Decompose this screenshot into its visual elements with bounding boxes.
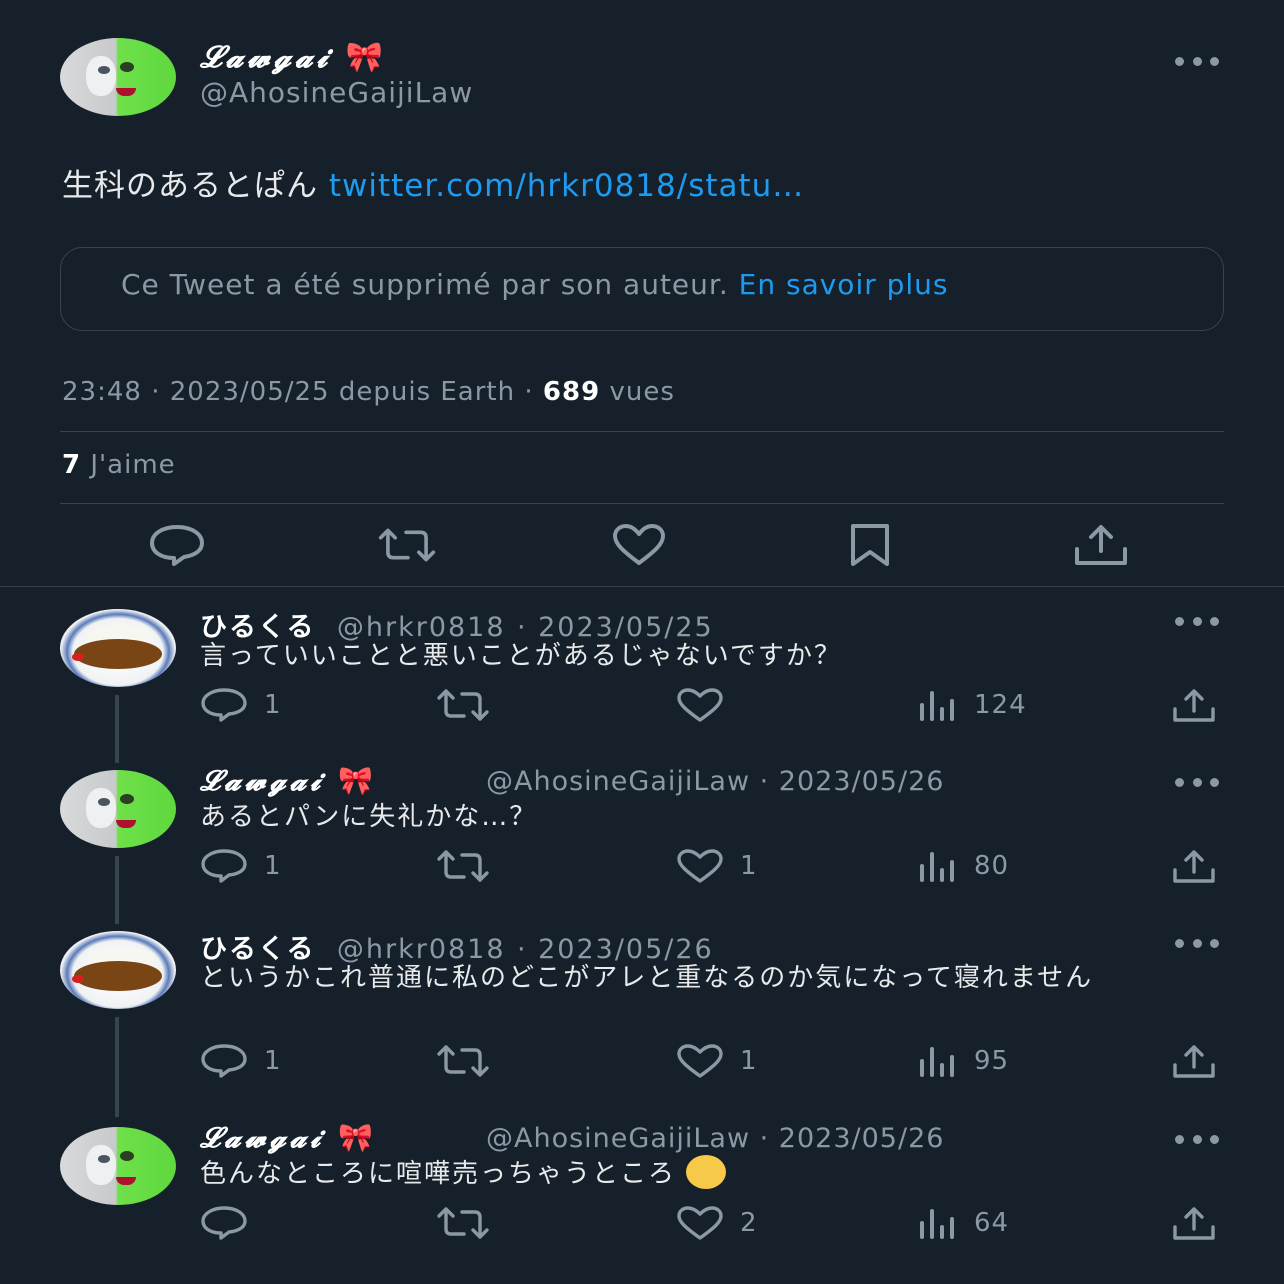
reply-icon bbox=[201, 1206, 247, 1240]
views-icon bbox=[920, 852, 954, 882]
tweet-date[interactable]: · 2023/05/26 bbox=[760, 766, 945, 797]
tweet-text: あるとパンに失礼かな…？ bbox=[200, 802, 538, 832]
more-options-icon[interactable] bbox=[1175, 776, 1219, 788]
reply-icon bbox=[201, 688, 247, 722]
share-stat[interactable] bbox=[1172, 685, 1216, 725]
tweet-time[interactable]: 23:48 bbox=[62, 377, 142, 407]
tweet-date[interactable]: 2023/05/25 bbox=[170, 377, 330, 407]
reply-stat[interactable]: 1 bbox=[200, 1041, 282, 1081]
deleted-quote-card: Ce Tweet a été supprimé par son auteur. … bbox=[60, 247, 1224, 331]
views-icon bbox=[920, 1047, 954, 1077]
avatar[interactable] bbox=[60, 770, 176, 848]
reply-stat[interactable] bbox=[200, 1203, 264, 1243]
like-stat[interactable]: 1 bbox=[676, 1041, 758, 1081]
share-stat[interactable] bbox=[1172, 1041, 1216, 1081]
more-options-icon[interactable] bbox=[1175, 937, 1219, 949]
more-options-icon[interactable] bbox=[1175, 615, 1219, 627]
bow-emoji: 🎀 bbox=[338, 764, 373, 797]
like-stat[interactable]: 2 bbox=[676, 1203, 758, 1243]
avatar[interactable] bbox=[60, 1127, 176, 1205]
reply-tweet[interactable]: 𝓛𝓪𝔀𝓰𝓪𝓲 🎀 @AhosineGaijiLaw · 2023/05/26 あ… bbox=[0, 748, 1284, 924]
bow-emoji: 🎀 bbox=[338, 1121, 373, 1154]
views-stat[interactable]: 95 bbox=[918, 1041, 1009, 1081]
display-name[interactable]: 𝓛𝓪𝔀𝓰𝓪𝓲 🎀 bbox=[200, 40, 383, 75]
reply-tweet[interactable]: ひるくる @hrkr0818 · 2023/05/26 というかこれ普通に私のど… bbox=[0, 909, 1284, 1117]
share-stat[interactable] bbox=[1172, 1203, 1216, 1243]
reply-tweet[interactable]: ひるくる @hrkr0818 · 2023/05/25 言っていいことと悪いこと… bbox=[0, 587, 1284, 763]
tweet-meta: 23:48 · 2023/05/25 depuis Earth · 689 vu… bbox=[62, 377, 675, 407]
retweet-icon bbox=[437, 1045, 489, 1077]
like-icon[interactable] bbox=[609, 520, 669, 570]
views-icon bbox=[920, 1209, 954, 1239]
retweet-icon bbox=[437, 689, 489, 721]
retweet-stat[interactable] bbox=[436, 1041, 490, 1081]
tweet-date[interactable]: · 2023/05/26 bbox=[760, 1123, 945, 1154]
views-label: vues bbox=[609, 377, 675, 407]
divider bbox=[60, 503, 1224, 504]
handle-and-date: @AhosineGaijiLaw · 2023/05/26 bbox=[486, 766, 944, 797]
display-name[interactable]: 𝓛𝓪𝔀𝓰𝓪𝓲 🎀 bbox=[200, 764, 373, 798]
like-stat[interactable]: 1 bbox=[676, 846, 758, 886]
retweet-stat[interactable] bbox=[436, 846, 490, 886]
share-icon[interactable] bbox=[1071, 520, 1131, 570]
tweet-text: 色んなところに喧嘩売っちゃうところ bbox=[200, 1154, 727, 1192]
tweet-text: というかこれ普通に私のどこがアレと重なるのか気になって寝れません bbox=[200, 963, 1094, 993]
share-icon bbox=[1173, 1045, 1215, 1078]
views-stat[interactable]: 80 bbox=[918, 846, 1009, 886]
divider bbox=[60, 431, 1224, 432]
avatar[interactable] bbox=[60, 609, 176, 687]
avatar[interactable] bbox=[60, 38, 176, 116]
views-stat[interactable]: 124 bbox=[918, 685, 1027, 725]
views-stat[interactable]: 64 bbox=[918, 1203, 1009, 1243]
user-handle[interactable]: @AhosineGaijiLaw bbox=[486, 1123, 750, 1154]
tweet-link[interactable]: twitter.com/hrkr0818/statu… bbox=[329, 168, 804, 204]
avatar[interactable] bbox=[60, 931, 176, 1009]
tweet-text: 言っていいことと悪いことがあるじゃないですか？ bbox=[200, 641, 842, 671]
handle-and-date: @AhosineGaijiLaw · 2023/05/26 bbox=[486, 1123, 944, 1154]
share-stat[interactable] bbox=[1172, 846, 1216, 886]
reply-icon bbox=[201, 849, 247, 883]
thread-line bbox=[115, 1017, 119, 1117]
like-icon bbox=[677, 1044, 723, 1078]
likes-count: 7 bbox=[62, 450, 82, 480]
share-icon bbox=[1173, 689, 1215, 722]
reply-stat[interactable]: 1 bbox=[200, 685, 282, 725]
learn-more-link[interactable]: En savoir plus bbox=[739, 268, 949, 301]
retweet-icon bbox=[437, 1207, 489, 1239]
tweet-text: 生科のあるとぱん twitter.com/hrkr0818/statu… bbox=[62, 168, 805, 204]
reply-icon[interactable] bbox=[147, 520, 207, 570]
like-icon bbox=[677, 688, 723, 722]
retweet-icon[interactable] bbox=[377, 520, 437, 570]
like-icon bbox=[677, 1206, 723, 1240]
likes-summary[interactable]: 7 J'aime bbox=[62, 450, 176, 480]
pleading-face-emoji bbox=[686, 1154, 727, 1189]
reply-icon bbox=[201, 1044, 247, 1078]
share-icon bbox=[1173, 850, 1215, 883]
deleted-notice: Ce Tweet a été supprimé par son auteur. bbox=[121, 268, 729, 301]
reply-tweet[interactable]: 𝓛𝓪𝔀𝓰𝓪𝓲 🎀 @AhosineGaijiLaw · 2023/05/26 色… bbox=[0, 1105, 1284, 1275]
views-count: 689 bbox=[542, 377, 601, 407]
user-handle[interactable]: @AhosineGaijiLaw bbox=[486, 766, 750, 797]
tweet-source: depuis Earth bbox=[338, 377, 516, 407]
action-bar bbox=[0, 520, 1284, 574]
retweet-stat[interactable] bbox=[436, 685, 490, 725]
more-options-icon[interactable] bbox=[1175, 55, 1219, 67]
share-icon bbox=[1173, 1207, 1215, 1240]
user-handle[interactable]: @AhosineGaijiLaw bbox=[200, 76, 473, 109]
reply-stat[interactable]: 1 bbox=[200, 846, 282, 886]
display-name[interactable]: 𝓛𝓪𝔀𝓰𝓪𝓲 🎀 bbox=[200, 1121, 373, 1155]
like-stat[interactable] bbox=[676, 685, 740, 725]
bow-emoji: 🎀 bbox=[345, 40, 384, 75]
views-icon bbox=[920, 691, 954, 721]
bookmark-icon[interactable] bbox=[840, 520, 900, 570]
retweet-icon bbox=[437, 850, 489, 882]
like-icon bbox=[677, 849, 723, 883]
main-tweet: 𝓛𝓪𝔀𝓰𝓪𝓲 🎀 @AhosineGaijiLaw 生科のあるとぱん twitt… bbox=[0, 0, 1284, 587]
likes-label: J'aime bbox=[90, 450, 176, 480]
retweet-stat[interactable] bbox=[436, 1203, 490, 1243]
more-options-icon[interactable] bbox=[1175, 1133, 1219, 1145]
